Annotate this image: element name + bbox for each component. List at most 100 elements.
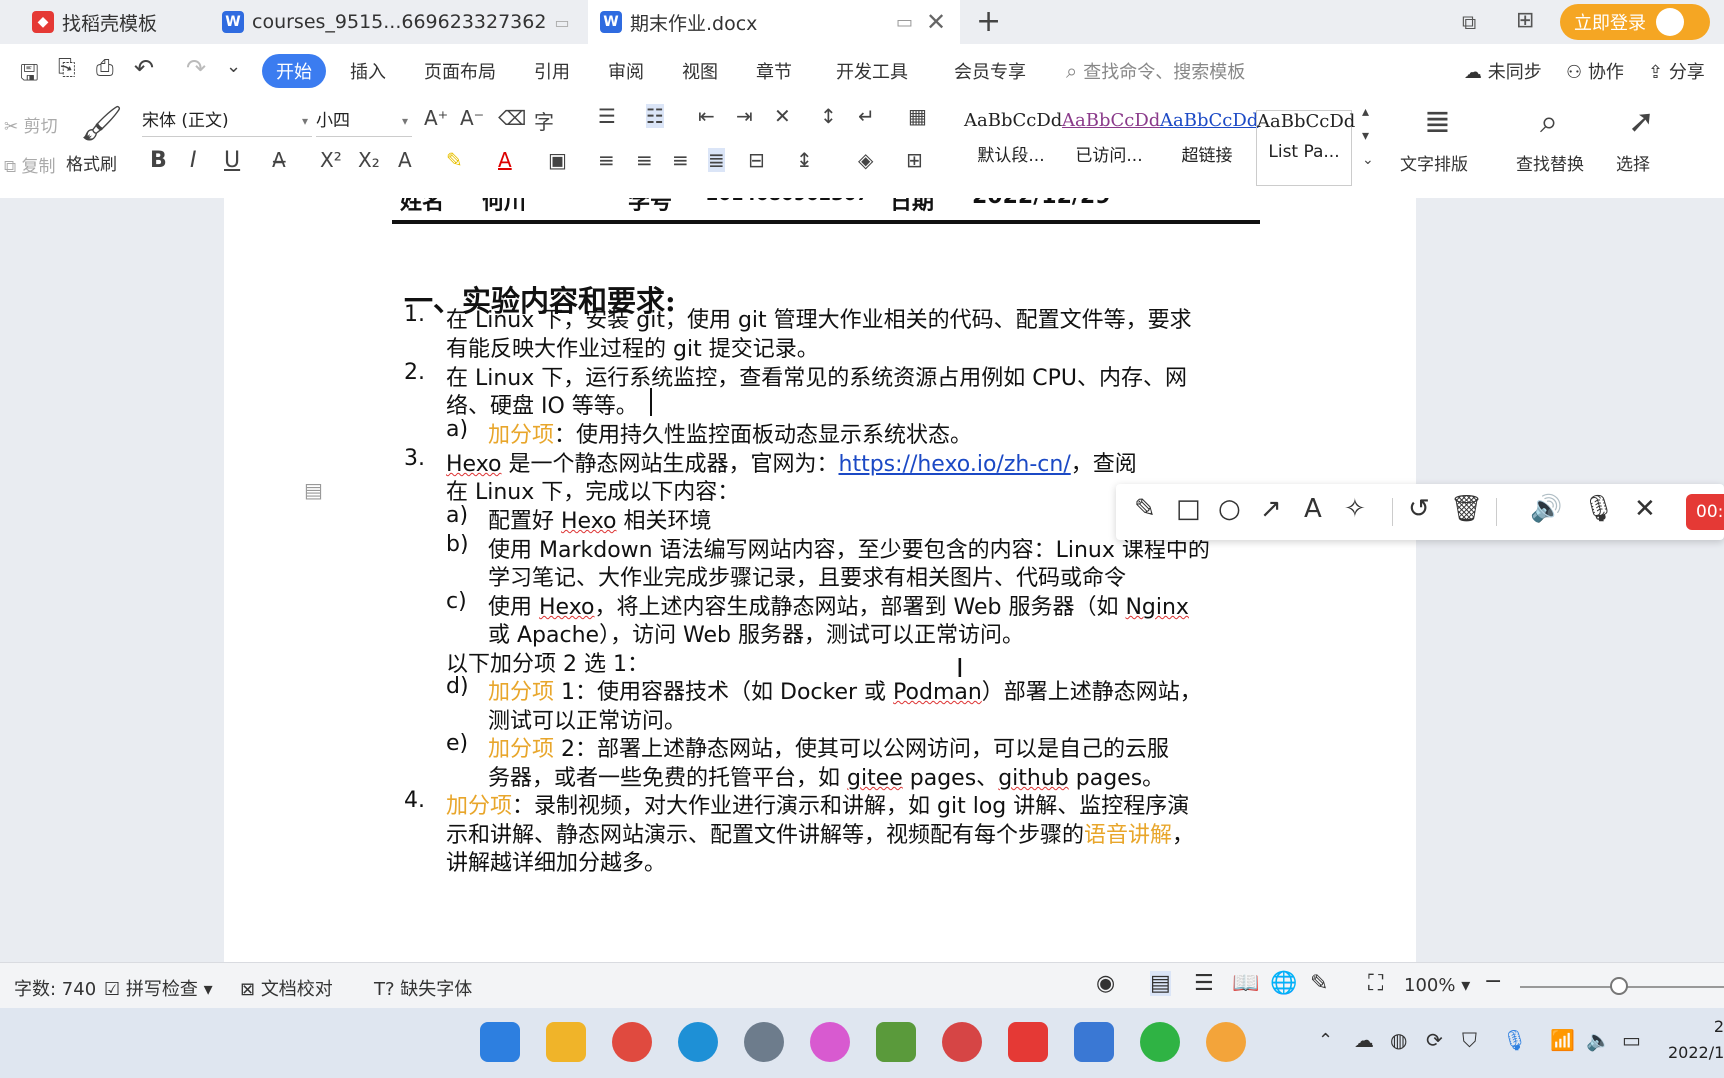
phonetic-icon[interactable]: 字 xyxy=(534,106,554,135)
undo-icon[interactable]: ↺ xyxy=(1408,494,1430,524)
pen-icon[interactable]: ✎ xyxy=(1310,971,1328,996)
text-effect-icon[interactable]: A xyxy=(398,148,412,172)
format-painter-label[interactable]: 格式刷 xyxy=(66,150,117,175)
spellcheck-button[interactable]: ☑ 拼写检查 ▾ xyxy=(104,975,213,1001)
font-size-select[interactable]: 小四 ▾ xyxy=(316,106,412,137)
align-center-icon[interactable]: ≡ xyxy=(636,148,653,172)
wechat-icon[interactable] xyxy=(1140,1022,1180,1062)
chevron-up-icon[interactable]: ⌃ xyxy=(1318,1030,1333,1051)
line-spacing-icon[interactable]: ↨ xyxy=(796,148,813,172)
hexo-link[interactable]: https://hexo.io/zh-cn/ xyxy=(839,452,1071,477)
align-left-icon[interactable]: ≡ xyxy=(598,148,615,172)
bullet-list-icon[interactable]: ☰ xyxy=(598,104,616,128)
notepad-icon[interactable] xyxy=(1074,1022,1114,1062)
shading-icon[interactable]: ◈ xyxy=(858,148,873,172)
collab-button[interactable]: ⚇ 协作 xyxy=(1566,58,1624,84)
strikethrough-icon[interactable]: A̶ xyxy=(272,148,286,172)
layout-icon[interactable]: ⧉ xyxy=(1462,10,1476,34)
tab-page-layout[interactable]: 页面布局 xyxy=(424,58,496,84)
select-label[interactable]: 选择 xyxy=(1616,150,1650,175)
outline-view-icon[interactable]: ☰ xyxy=(1194,971,1214,996)
paragraph-options-icon[interactable]: ▤ xyxy=(304,478,323,502)
command-search[interactable]: ⌕ 查找命令、搜索模板 xyxy=(1066,56,1286,86)
reading-view-icon[interactable]: 📖 xyxy=(1232,971,1259,996)
save-icon[interactable]: 🖫 xyxy=(20,56,39,94)
settings-gear-icon[interactable] xyxy=(744,1022,784,1062)
sync-icon[interactable]: ⟳ xyxy=(1426,1028,1443,1052)
numbered-list-icon[interactable]: ☷ xyxy=(646,104,664,128)
apps-grid-icon[interactable]: ⊞ xyxy=(1516,8,1534,33)
increase-indent-icon[interactable]: ⇥ xyxy=(736,104,753,128)
proofread-button[interactable]: ⊠ 文档校对 xyxy=(240,975,333,1001)
cursor-icon[interactable]: ➚ xyxy=(1628,102,1655,140)
speaker-icon[interactable]: 🔊 xyxy=(1530,494,1562,524)
chevron-down-icon[interactable]: ⌄ xyxy=(226,56,241,77)
show-marks-icon[interactable]: ↵ xyxy=(858,104,875,128)
undo-icon[interactable]: ↶ xyxy=(134,54,154,82)
arrow-icon[interactable]: ↗ xyxy=(1260,494,1282,524)
sync-status[interactable]: ☁ 未同步 xyxy=(1464,58,1542,84)
highlight-icon[interactable]: ✎ xyxy=(446,148,463,172)
close-icon[interactable]: ✕ xyxy=(1634,494,1656,524)
find-icon[interactable]: ⌕ xyxy=(1540,102,1558,141)
pen-icon[interactable]: ✎ xyxy=(1134,494,1156,524)
close-icon[interactable]: ✕ xyxy=(926,8,946,36)
text-tool-icon[interactable]: A xyxy=(1304,494,1322,524)
zoom-slider-thumb[interactable] xyxy=(1610,977,1628,995)
italic-icon[interactable]: I xyxy=(190,148,197,173)
cloud-icon[interactable]: ☁ xyxy=(1354,1028,1374,1052)
distributed-icon[interactable]: ⊟ xyxy=(748,148,765,172)
recording-timer[interactable]: 00:0 xyxy=(1686,494,1724,530)
decrease-indent-icon[interactable]: ⇤ xyxy=(698,104,715,128)
clock[interactable]: 2 2022/1 xyxy=(1668,1014,1724,1066)
web-view-icon[interactable]: 🌐 xyxy=(1270,971,1297,996)
photos-icon[interactable] xyxy=(810,1022,850,1062)
tab-home[interactable]: 开始 xyxy=(262,54,326,88)
eye-protect-icon[interactable]: ◉ xyxy=(1096,971,1115,996)
tab-insert[interactable]: 插入 xyxy=(350,58,386,84)
page-view-icon[interactable]: ▤ xyxy=(1150,971,1171,996)
tab-references[interactable]: 引用 xyxy=(534,58,570,84)
borders-icon[interactable]: ⊞ xyxy=(906,148,923,172)
missing-font-button[interactable]: T? 缺失字体 xyxy=(374,975,472,1001)
style-default[interactable]: AaBbCcDd 默认段... xyxy=(964,110,1062,184)
login-button[interactable]: 立即登录 xyxy=(1560,4,1710,40)
tab-member[interactable]: 会员专享 xyxy=(954,58,1026,84)
app-icon[interactable] xyxy=(942,1022,982,1062)
chevron-up-icon[interactable]: ▴ xyxy=(1362,104,1369,120)
align-right-icon[interactable]: ≡ xyxy=(672,148,689,172)
chevron-down-icon[interactable]: ▾ xyxy=(1362,128,1369,144)
font-name-select[interactable]: 宋体 (正文) ▾ xyxy=(142,106,312,137)
tab-sections[interactable]: 章节 xyxy=(756,58,792,84)
microphone-icon[interactable]: 🎙 xyxy=(1502,1028,1527,1052)
windows-start-icon[interactable] xyxy=(480,1022,520,1062)
app-icon[interactable] xyxy=(1206,1022,1246,1062)
bold-icon[interactable]: B xyxy=(150,148,167,173)
wifi-icon[interactable]: 📶 xyxy=(1550,1028,1575,1052)
text-layout-icon[interactable]: ≣ xyxy=(1424,102,1451,140)
find-replace-label[interactable]: 查找替换 xyxy=(1516,150,1584,175)
style-visited[interactable]: AaBbCcDd 已访问... xyxy=(1062,110,1160,184)
tab-review[interactable]: 审阅 xyxy=(608,58,644,84)
document-page[interactable]: 姓名 何川 学号 2014080902307 日期 2022/12/29 ▤ 一… xyxy=(224,198,1416,962)
style-hyperlink[interactable]: AaBbCcDd 超链接 xyxy=(1160,110,1258,184)
chinese-layout-icon[interactable]: ✕ xyxy=(774,104,791,128)
export-pdf-icon[interactable]: ⎘ xyxy=(58,56,76,81)
copy-button[interactable]: ⧉ 复制 xyxy=(4,152,56,177)
char-border-icon[interactable]: ▣ xyxy=(548,148,567,172)
text-layout-label[interactable]: 文字排版 xyxy=(1400,150,1468,175)
sort-icon[interactable]: ↕ xyxy=(820,104,837,128)
microphone-icon[interactable]: 🎙 xyxy=(1582,494,1615,524)
tab-view[interactable]: 视图 xyxy=(682,58,718,84)
battery-icon[interactable]: ▭ xyxy=(1622,1028,1641,1052)
file-explorer-icon[interactable] xyxy=(546,1022,586,1062)
app-icon[interactable] xyxy=(876,1022,916,1062)
rectangle-icon[interactable]: □ xyxy=(1176,494,1201,524)
clear-format-icon[interactable]: ⌫ xyxy=(498,106,526,130)
edge-icon[interactable] xyxy=(678,1022,718,1062)
chrome-icon[interactable] xyxy=(612,1022,652,1062)
volume-icon[interactable]: 🔈 xyxy=(1586,1028,1611,1052)
tab-developer[interactable]: 开发工具 xyxy=(836,58,908,84)
shield-icon[interactable]: ⛉ xyxy=(1462,1028,1477,1052)
expand-icon[interactable]: ⌄ xyxy=(1362,152,1374,168)
